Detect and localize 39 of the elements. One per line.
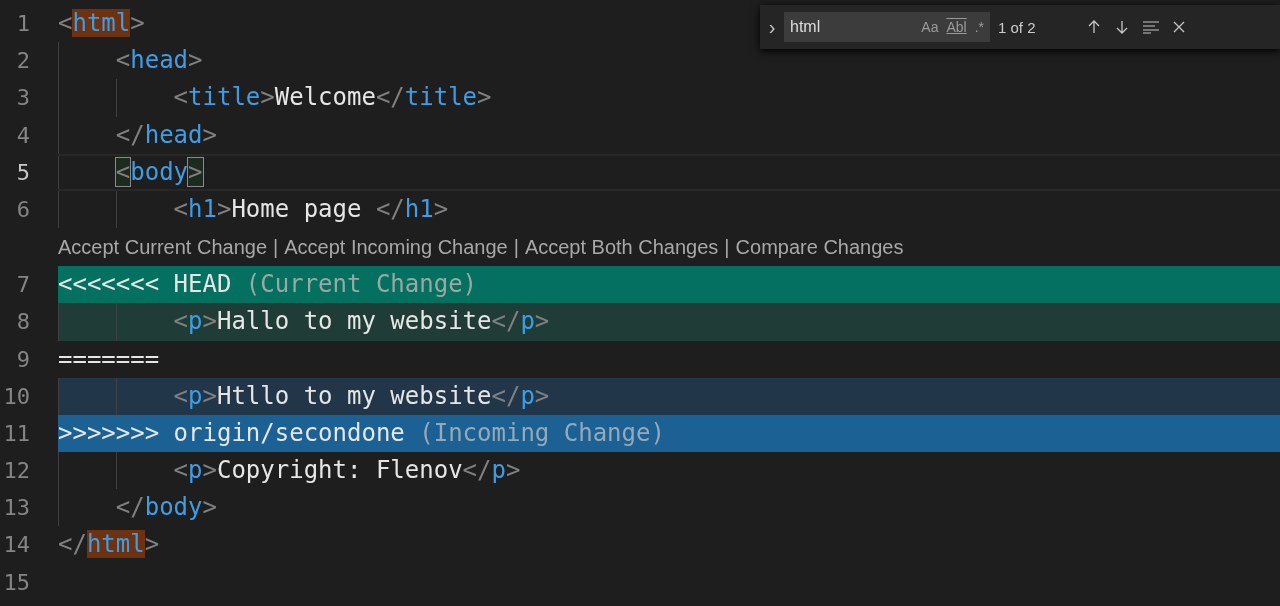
- search-option-toggle[interactable]: .*: [974, 19, 984, 35]
- code-line: </body>: [58, 489, 1280, 527]
- line-number: 15: [2, 568, 30, 597]
- line-number: 10: [2, 382, 30, 411]
- separator: |: [513, 235, 519, 259]
- codelens-action-link[interactable]: Accept Both Changes: [524, 235, 719, 259]
- match-count: 1 of 2: [998, 18, 1036, 36]
- close-icon[interactable]: [1171, 20, 1186, 34]
- line-number: 2: [15, 47, 30, 76]
- code-line: <body>: [58, 153, 1280, 191]
- code-line: =======: [58, 343, 161, 375]
- search-option-toggle[interactable]: Abl: [946, 19, 967, 35]
- code-line: <p>Copyright: Flenov</p>: [58, 452, 1280, 490]
- search-option-toggle[interactable]: Aa: [921, 19, 939, 35]
- codelens-action-link[interactable]: Accept Current Change: [58, 235, 267, 259]
- code-line: <head>: [58, 42, 1280, 80]
- line-number: 3: [15, 84, 30, 113]
- expand-toggle[interactable]: ›: [760, 15, 784, 39]
- lines-icon[interactable]: [1141, 20, 1160, 34]
- line-number: 9: [15, 345, 30, 374]
- line-number: 12: [2, 457, 30, 486]
- line-number: 4: [15, 121, 30, 150]
- code-line: </html>: [58, 529, 161, 561]
- separator: |: [273, 235, 279, 259]
- codelens-action-link[interactable]: Accept Incoming Change: [284, 235, 508, 259]
- search-field[interactable]: html Aa Abl .*: [784, 12, 990, 42]
- line-number: 7: [15, 271, 30, 300]
- line-number: 5: [15, 158, 30, 187]
- line-number: 13: [2, 494, 30, 523]
- line-number: 11: [2, 419, 30, 448]
- separator: |: [724, 235, 730, 259]
- line-number: 6: [15, 195, 30, 224]
- line-number: 8: [15, 308, 30, 337]
- codelens-action-link[interactable]: Compare Changes: [735, 235, 904, 259]
- line-number: 1: [15, 10, 30, 38]
- line-number: 14: [2, 531, 30, 560]
- code-line: <title>Welcome</title>: [58, 79, 1280, 117]
- code-line: </head>: [58, 116, 1280, 154]
- code-line: <h1>Home page </h1>: [58, 190, 1280, 229]
